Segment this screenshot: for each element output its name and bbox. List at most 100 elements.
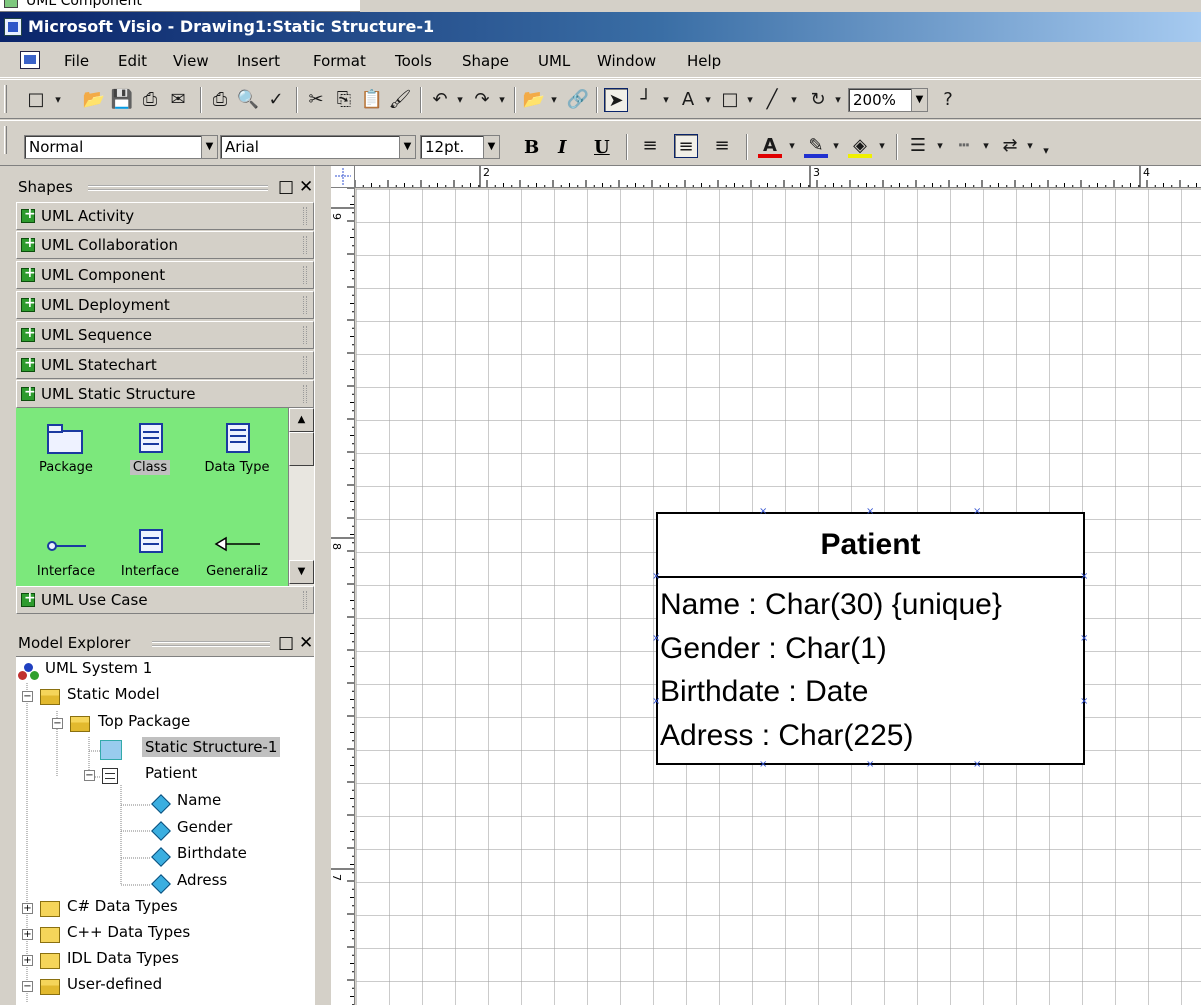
pointer-tool-icon[interactable]: ➤	[604, 88, 628, 112]
zoom-select[interactable]: 200% ▼	[848, 88, 928, 112]
line-ends-icon[interactable]: ⇄	[998, 134, 1022, 158]
preview-icon[interactable]: 🔍	[236, 88, 260, 112]
line-dropdown-icon[interactable]: ▾	[788, 88, 800, 112]
underline-button[interactable]: U	[594, 137, 610, 158]
tree-item-uml-system[interactable]: UML System 1	[16, 659, 155, 685]
menu-edit[interactable]: Edit	[118, 52, 147, 70]
toolbar-grip[interactable]	[4, 126, 7, 154]
scroll-up-icon[interactable]: ▲	[289, 408, 314, 432]
expand-icon[interactable]: +	[22, 955, 33, 966]
selection-handle[interactable]: ×	[973, 507, 981, 517]
scroll-down-icon[interactable]: ▼	[289, 560, 314, 584]
stencil-uml-use-case[interactable]: UML Use Case	[16, 586, 314, 614]
menu-file[interactable]: File	[64, 52, 89, 70]
save-icon[interactable]: 💾	[110, 88, 134, 112]
rectangle-tool-icon[interactable]: □	[718, 88, 742, 112]
panel-splitter[interactable]	[314, 166, 331, 1005]
bold-button[interactable]: B	[524, 137, 539, 158]
close-icon[interactable]: ✕	[299, 633, 313, 653]
line-weight-dropdown-icon[interactable]: ▾	[934, 134, 946, 158]
tree-item-attribute-name[interactable]: Name	[16, 791, 224, 817]
scroll-thumb[interactable]	[289, 432, 314, 466]
connector-tool-icon[interactable]: ┘	[634, 88, 658, 112]
menu-format[interactable]: Format	[313, 52, 366, 70]
menu-help[interactable]: Help	[687, 52, 721, 70]
restore-icon[interactable]: □	[278, 177, 294, 197]
help-icon[interactable]: ?	[936, 88, 960, 112]
shape-interface[interactable]: Interface	[108, 526, 192, 579]
title-bar[interactable]: Microsoft Visio - Drawing1:Static Struct…	[0, 12, 1201, 42]
expand-icon[interactable]: +	[22, 929, 33, 940]
shape-interface-lollipop[interactable]: Interface	[24, 526, 108, 579]
new-dropdown-icon[interactable]: ▾	[52, 88, 64, 112]
tree-item-attribute-birthdate[interactable]: Birthdate	[16, 844, 250, 870]
tree-item-attribute-adress[interactable]: Adress	[16, 871, 230, 897]
selection-handle[interactable]: ×	[759, 760, 767, 770]
line-tool-icon[interactable]: ╱	[760, 88, 784, 112]
stencil-uml-sequence[interactable]: UML Sequence	[16, 321, 314, 349]
line-ends-dropdown-icon[interactable]: ▾	[1024, 134, 1036, 158]
selection-handle[interactable]: ×	[652, 697, 660, 707]
shape-generalization[interactable]: Generaliz	[194, 526, 280, 579]
class-attribute[interactable]: Adress : Char(225)	[660, 719, 913, 753]
font-size-select[interactable]: 12pt. ▼	[420, 135, 500, 159]
tree-item-static-model[interactable]: − Static Model	[16, 685, 163, 711]
rotate-dropdown-icon[interactable]: ▾	[832, 88, 844, 112]
collapse-icon[interactable]: −	[22, 981, 33, 992]
undo-dropdown-icon[interactable]: ▾	[454, 88, 466, 112]
open-icon[interactable]: 📂	[82, 88, 106, 112]
fill-color-icon[interactable]: ◈	[848, 134, 872, 158]
zoom-dropdown-icon[interactable]: ▼	[911, 89, 927, 111]
selection-handle[interactable]: ×	[1080, 697, 1088, 707]
stencil-scrollbar[interactable]: ▲ ▼	[288, 408, 314, 586]
toolbar-options-icon[interactable]: ▾	[1040, 139, 1052, 163]
tree-item-top-package[interactable]: − Top Package	[16, 712, 193, 738]
line-pattern-dropdown-icon[interactable]: ▾	[980, 134, 992, 158]
collapse-icon[interactable]: −	[84, 770, 95, 781]
connector-dropdown-icon[interactable]: ▾	[660, 88, 672, 112]
text-dropdown-icon[interactable]: ▾	[702, 88, 714, 112]
menu-shape[interactable]: Shape	[462, 52, 509, 70]
class-name[interactable]: Patient	[658, 514, 1083, 578]
shapes-icon[interactable]: 📂	[522, 88, 546, 112]
selection-handle[interactable]: ×	[759, 507, 767, 517]
selection-handle[interactable]: ×	[1080, 572, 1088, 582]
uml-class-shape[interactable]: Patient Name : Char(30) {unique} Gender …	[656, 512, 1085, 765]
format-painter-icon[interactable]: 🖌	[388, 88, 412, 112]
menu-insert[interactable]: Insert	[237, 52, 280, 70]
publish-icon[interactable]: ✉	[166, 88, 190, 112]
new-icon[interactable]: □	[24, 88, 48, 112]
stencil-uml-deployment[interactable]: UML Deployment	[16, 291, 314, 319]
horizontal-ruler[interactable]: 2 3 4	[355, 166, 1201, 188]
font-dropdown-icon[interactable]: ▼	[399, 136, 415, 158]
restore-icon[interactable]: □	[278, 633, 294, 653]
selection-handle[interactable]: ×	[652, 572, 660, 582]
line-color-dropdown-icon[interactable]: ▾	[830, 134, 842, 158]
close-icon[interactable]: ✕	[299, 177, 313, 197]
copy-icon[interactable]: ⎘	[332, 88, 356, 112]
style-dropdown-icon[interactable]: ▼	[201, 136, 217, 158]
paste-icon[interactable]: 📋	[360, 88, 384, 112]
document-control-icon[interactable]	[20, 51, 40, 69]
menu-uml[interactable]: UML	[538, 52, 570, 70]
tree-item-attribute-gender[interactable]: Gender	[16, 818, 235, 844]
rectangle-dropdown-icon[interactable]: ▾	[744, 88, 756, 112]
toolbar-grip[interactable]	[4, 85, 7, 113]
rotate-tool-icon[interactable]: ↻	[806, 88, 830, 112]
menu-tools[interactable]: Tools	[395, 52, 432, 70]
redo-dropdown-icon[interactable]: ▾	[496, 88, 508, 112]
class-attribute[interactable]: Birthdate : Date	[660, 675, 868, 709]
stencil-uml-collaboration[interactable]: UML Collaboration	[16, 231, 314, 259]
font-color-dropdown-icon[interactable]: ▾	[786, 134, 798, 158]
undo-icon[interactable]: ↶	[428, 88, 452, 112]
tree-item-idl-types[interactable]: + IDL Data Types	[16, 949, 182, 975]
italic-button[interactable]: I	[558, 137, 566, 158]
cut-icon[interactable]: ✂	[304, 88, 328, 112]
shape-data-type[interactable]: Data Type	[194, 422, 280, 475]
stencil-uml-statechart[interactable]: UML Statechart	[16, 351, 314, 379]
class-attribute[interactable]: Name : Char(30) {unique}	[660, 588, 1002, 622]
ruler-corner[interactable]	[331, 166, 355, 188]
tree-item-patient-class[interactable]: − Patient	[16, 764, 200, 790]
vertical-ruler[interactable]: 9 8 7	[331, 188, 355, 1005]
selection-handle[interactable]: ×	[1080, 634, 1088, 644]
